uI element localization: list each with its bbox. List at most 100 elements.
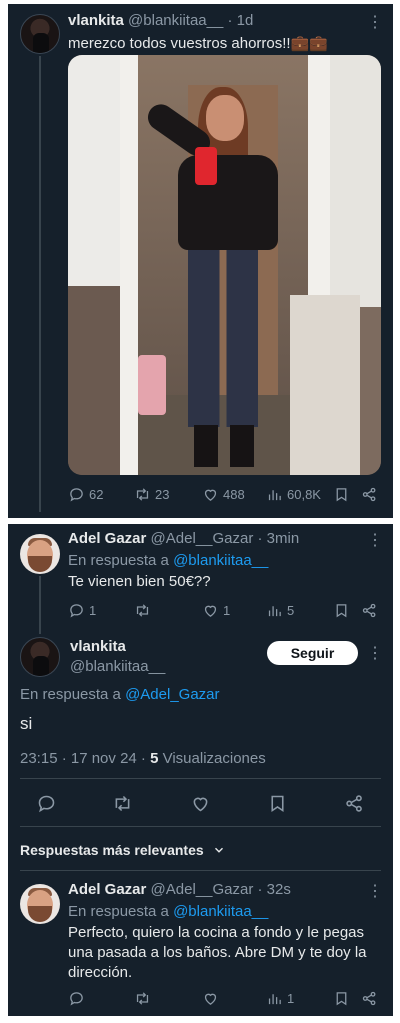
avatar-beard — [28, 556, 52, 572]
reply-button[interactable] — [36, 793, 57, 814]
bookmark-icon — [336, 991, 347, 1005]
like-count: 488 — [223, 486, 245, 502]
main-in-reply-to: En respuesta a @Adel_Gazar — [20, 686, 220, 703]
tweet-time[interactable]: · 1d — [228, 12, 254, 29]
tweet-photo[interactable] — [68, 55, 381, 475]
main-views-label: Visualizaciones — [162, 750, 266, 767]
reply-button[interactable] — [68, 990, 85, 1007]
bookmark-button[interactable] — [333, 602, 350, 619]
phone — [195, 147, 217, 185]
reply1-author-name[interactable]: Adel Gazar — [68, 530, 146, 547]
in-reply-handle-link[interactable]: @blankiitaa__ — [173, 903, 268, 920]
divider — [20, 778, 381, 779]
conversation-panel: Adel Gazar @Adel__Gazar · 3min ⋮ En resp… — [8, 524, 393, 1016]
more-icon[interactable]: ⋮ — [367, 12, 383, 32]
author-handle[interactable]: @blankiitaa__ — [128, 12, 223, 29]
like-count: 1 — [223, 602, 231, 618]
like-button[interactable] — [202, 990, 219, 1007]
views-icon — [268, 489, 281, 500]
like-button[interactable]: 488 — [202, 486, 245, 503]
reply2-author-name[interactable]: Adel Gazar — [68, 881, 146, 898]
chevron-down-icon — [214, 847, 223, 853]
retweet-icon — [136, 603, 149, 617]
share-icon — [362, 487, 376, 501]
bookmark-button[interactable] — [333, 486, 350, 503]
avatar-vlankita[interactable] — [20, 637, 60, 677]
retweet-button[interactable] — [134, 990, 151, 1007]
tweet-actions: 62 23 488 60,8K — [68, 484, 381, 504]
share-icon — [346, 794, 362, 812]
reply-button[interactable]: 62 — [68, 486, 103, 503]
share-button[interactable] — [361, 486, 378, 503]
bookmark-icon — [336, 487, 347, 501]
in-reply-prefix: En respuesta a — [68, 903, 169, 920]
like-icon — [204, 993, 217, 1005]
share-icon — [362, 603, 376, 617]
thread-line — [39, 56, 41, 512]
reply-icon — [70, 991, 83, 1006]
reply-icon — [70, 487, 83, 502]
main-timestamp-row: 23:15 · 17 nov 24 · 5 Visualizaciones — [20, 750, 266, 767]
views-count: 1 — [287, 990, 295, 1006]
relevant-replies-dropdown[interactable]: Respuestas más relevantes — [20, 842, 226, 858]
retweet-icon — [115, 795, 130, 811]
reply2-actions: 1 — [68, 988, 381, 1008]
share-button[interactable] — [361, 990, 378, 1007]
main-tweet-text: si — [20, 714, 33, 733]
rug — [138, 355, 166, 415]
retweet-button[interactable]: 23 — [134, 486, 169, 503]
like-icon — [193, 797, 208, 811]
reply1-header: Adel Gazar @Adel__Gazar · 3min — [68, 530, 299, 547]
reply1-in-reply-to: En respuesta a @blankiitaa__ — [68, 552, 268, 569]
avatar-vlankita[interactable] — [20, 14, 60, 54]
bookmark-icon — [336, 603, 347, 617]
views-icon — [268, 993, 281, 1004]
reply-button[interactable]: 1 — [68, 602, 96, 619]
in-reply-prefix: En respuesta a — [20, 686, 121, 703]
reply2-in-reply-to: En respuesta a @blankiitaa__ — [68, 903, 268, 920]
main-actions — [20, 791, 381, 815]
avatar-adel-gazar[interactable] — [20, 534, 60, 574]
briefcase-emoji: 💼💼 — [290, 35, 328, 52]
reply2-header: Adel Gazar @Adel__Gazar · 32s — [68, 881, 291, 898]
main-author-name: vlankita — [70, 638, 126, 655]
in-reply-handle-link[interactable]: @blankiitaa__ — [173, 552, 268, 569]
reply1-time[interactable]: · 3min — [258, 530, 300, 547]
main-author-handle[interactable]: @blankiitaa__ — [70, 658, 165, 675]
more-icon[interactable]: ⋮ — [367, 530, 383, 550]
retweet-button[interactable] — [112, 793, 133, 814]
like-button[interactable] — [190, 793, 211, 814]
main-timestamp[interactable]: 23:15 · 17 nov 24 · — [20, 750, 146, 767]
views-button[interactable]: 1 — [266, 990, 294, 1007]
retweet-icon — [136, 487, 149, 501]
retweet-count: 23 — [155, 486, 170, 502]
bookmark-button[interactable] — [267, 793, 288, 814]
like-button[interactable]: 1 — [202, 602, 230, 619]
more-icon[interactable]: ⋮ — [367, 881, 383, 901]
reply1-text: Te vienen bien 50€?? — [68, 573, 211, 590]
in-reply-handle-link[interactable]: @Adel_Gazar — [125, 686, 219, 703]
reply1-author-handle[interactable]: @Adel__Gazar — [151, 530, 254, 547]
share-button[interactable] — [344, 793, 365, 814]
reply2-text-line: Perfecto, quiero la cocina a fondo y le … — [68, 924, 365, 941]
share-button[interactable] — [361, 602, 378, 619]
views-button[interactable]: 60,8K — [266, 486, 321, 503]
original-tweet-panel: vlankita @blankiitaa__ · 1d ⋮ merezco to… — [8, 4, 393, 518]
views-button[interactable]: 5 — [266, 602, 294, 619]
reply2-time[interactable]: · 32s — [258, 881, 291, 898]
figure-boots — [194, 425, 254, 467]
figure-top — [178, 155, 278, 250]
reply2-text-line: una pasada a los baños. Abre DM y te doy… — [68, 944, 367, 961]
author-name[interactable]: vlankita — [68, 12, 124, 29]
follow-button[interactable]: Seguir — [267, 641, 358, 665]
main-name[interactable]: vlankita — [70, 638, 126, 655]
more-icon[interactable]: ⋮ — [367, 643, 383, 663]
avatar-adel-gazar[interactable] — [20, 884, 60, 924]
retweet-icon — [136, 991, 149, 1005]
reply2-author-handle[interactable]: @Adel__Gazar — [151, 881, 254, 898]
divider — [20, 826, 381, 827]
retweet-button[interactable] — [134, 602, 151, 619]
bookmark-button[interactable] — [333, 990, 350, 1007]
reply-icon — [70, 603, 83, 618]
share-icon — [362, 991, 376, 1005]
